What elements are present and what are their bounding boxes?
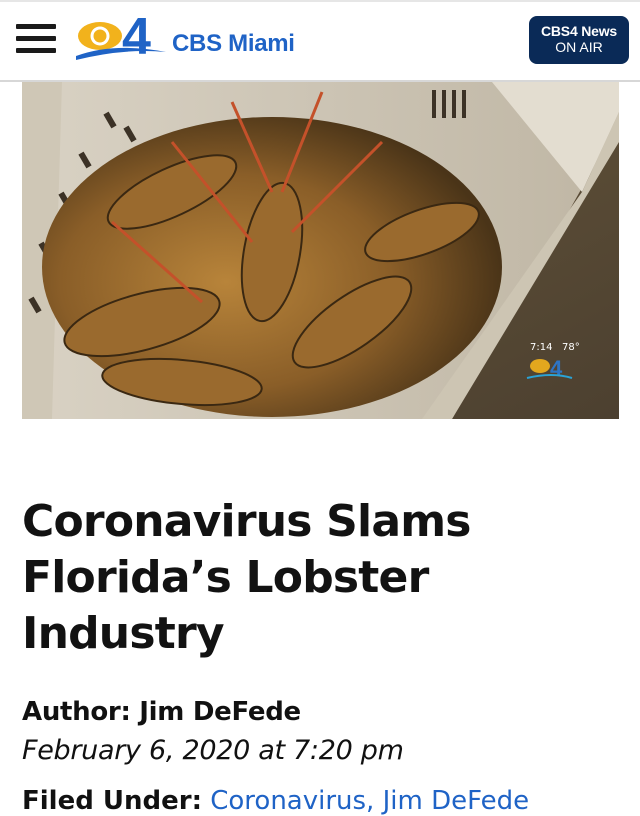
overlay-logo: 4 [550,356,563,381]
lobster-crate-photo: 7:14 78° 4 [22,82,619,419]
menu-icon[interactable] [16,24,56,56]
filed-under-link[interactable]: Coronavirus, Jim DeFede [210,786,529,816]
article-headline: Coronavirus Slams Florida’s Lobster Indu… [22,496,471,659]
filed-under: Filed Under: Coronavirus, Jim DeFede [22,786,529,816]
on-air-button[interactable]: CBS4 News ON AIR [529,16,629,64]
logo-number: 4 [122,10,151,66]
overlay-temp: 78° [562,342,580,353]
article-date: February 6, 2020 at 7:20 pm [22,735,404,766]
overlay-time: 7:14 [530,342,552,353]
article-hero-image[interactable]: 7:14 78° 4 [22,82,619,419]
top-border [0,0,640,2]
on-air-line2: ON AIR [555,39,603,55]
site-header: 4 CBS Miami CBS4 News ON AIR [0,0,640,82]
on-air-line1: CBS4 News [540,23,617,39]
brand-name[interactable]: CBS Miami [172,30,295,58]
article-author[interactable]: Author: Jim DeFede [22,697,301,727]
filed-under-label: Filed Under: [22,786,202,816]
